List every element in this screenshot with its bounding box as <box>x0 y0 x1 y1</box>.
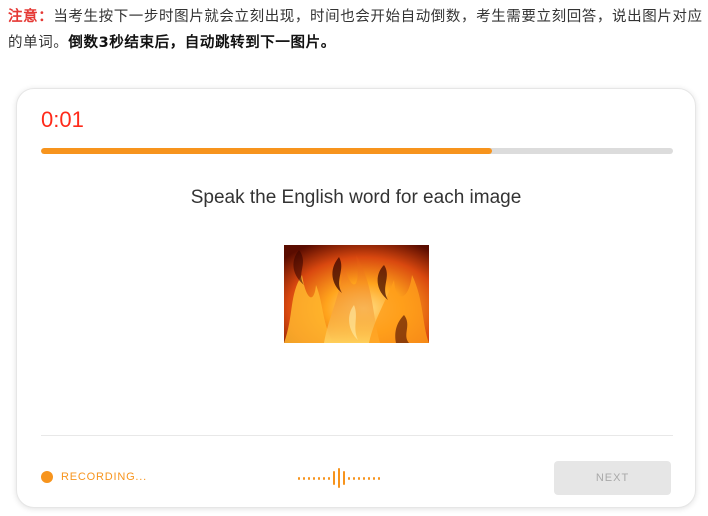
waveform-bar <box>328 476 330 480</box>
progress-bar <box>41 148 673 154</box>
fire-photo-icon <box>284 245 429 343</box>
next-button[interactable]: NEXT <box>554 461 671 495</box>
note-bold-text: 倒数3秒结束后，自动跳转到下一图片。 <box>68 35 336 51</box>
note-label: 注意： <box>8 9 54 25</box>
instruction-note: 注意：当考生按下一步时图片就会立刻出现，时间也会开始自动倒数，考生需要立刻回答，… <box>8 4 704 56</box>
waveform-bar <box>338 468 340 488</box>
audio-waveform-icon <box>298 467 390 489</box>
waveform-bar <box>298 476 300 480</box>
waveform-bar <box>323 476 325 480</box>
fire-image <box>284 245 429 343</box>
waveform-bar <box>313 476 315 480</box>
task-prompt: Speak the English word for each image <box>190 187 522 208</box>
waveform-bar <box>373 476 375 480</box>
waveform-bar <box>368 476 370 480</box>
waveform-bar <box>303 476 305 480</box>
waveform-bar <box>348 476 350 480</box>
waveform-bar <box>358 476 360 480</box>
progress-fill <box>41 148 492 154</box>
speaking-task-card: 0:01 Speak the English word for each ima… <box>16 88 696 508</box>
waveform-bar <box>308 476 310 480</box>
waveform-bar <box>353 476 355 480</box>
recording-status: RECORDING... <box>41 471 147 483</box>
waveform-bar <box>318 476 320 480</box>
waveform-bar <box>343 471 345 485</box>
recording-label: RECORDING... <box>61 471 147 483</box>
footer-divider <box>41 435 673 436</box>
waveform-bar <box>333 471 335 485</box>
recording-dot-icon <box>41 471 53 483</box>
waveform-bar <box>363 476 365 480</box>
waveform-bar <box>378 476 380 480</box>
countdown-timer: 0:01 <box>41 107 84 132</box>
